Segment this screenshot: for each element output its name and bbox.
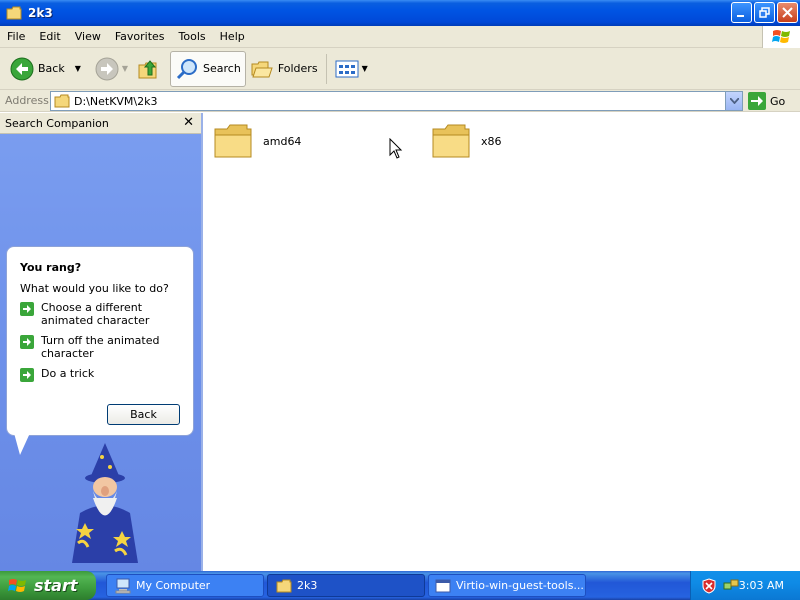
toolbar-separator bbox=[325, 53, 327, 84]
bubble-question: What would you like to do? bbox=[20, 282, 169, 295]
folder-icon bbox=[214, 124, 252, 158]
back-label: Back bbox=[38, 62, 65, 75]
search-button[interactable]: Search bbox=[170, 50, 246, 87]
up-folder-icon bbox=[138, 59, 157, 78]
side-pane-header: Search Companion ✕ bbox=[0, 113, 201, 134]
green-arrow-icon bbox=[20, 368, 34, 382]
windows-logo-icon bbox=[8, 578, 26, 592]
back-dropdown-icon[interactable]: ▼ bbox=[75, 64, 81, 73]
start-label: start bbox=[34, 576, 78, 595]
bubble-title: You rang? bbox=[20, 261, 82, 274]
menu-help[interactable]: Help bbox=[213, 30, 252, 43]
search-label: Search bbox=[203, 62, 241, 75]
mouse-cursor-icon bbox=[389, 138, 403, 159]
menu-bar: File Edit View Favorites Tools Help bbox=[0, 26, 800, 48]
search-companion-pane: Search Companion ✕ You rang? What would … bbox=[0, 113, 201, 571]
taskbar-item-my-computer[interactable]: My Computer bbox=[106, 574, 264, 597]
search-icon bbox=[176, 58, 198, 79]
task-label: Virtio-win-guest-tools... bbox=[456, 579, 584, 592]
menu-view[interactable]: View bbox=[68, 30, 108, 43]
side-pane-close-icon[interactable]: ✕ bbox=[183, 115, 194, 130]
close-icon bbox=[782, 7, 793, 18]
views-icon bbox=[335, 60, 359, 77]
forward-button[interactable]: ▼ bbox=[91, 51, 132, 87]
green-arrow-icon bbox=[20, 302, 34, 316]
clock: 3:03 AM bbox=[738, 579, 784, 592]
address-dropdown-button[interactable] bbox=[725, 92, 742, 110]
folder-icon bbox=[432, 124, 470, 158]
folder-icon bbox=[54, 94, 70, 108]
taskbar-item-virtio[interactable]: Virtio-win-guest-tools... bbox=[428, 574, 586, 597]
forward-arrow-icon bbox=[95, 57, 119, 80]
file-list-area[interactable]: amd64 x86 bbox=[201, 113, 800, 571]
menu-file[interactable]: File bbox=[0, 30, 32, 43]
security-shield-icon[interactable] bbox=[701, 577, 717, 594]
option-choose-character[interactable]: Choose a different animated character bbox=[20, 301, 188, 327]
option-turn-off-character[interactable]: Turn off the animated character bbox=[20, 334, 188, 360]
menu-edit[interactable]: Edit bbox=[32, 30, 67, 43]
side-pane-title: Search Companion bbox=[5, 116, 109, 130]
restore-icon bbox=[759, 7, 770, 18]
address-bar: Address D:\NetKVM\2k3 Go bbox=[0, 90, 800, 112]
window-icon bbox=[435, 579, 451, 592]
go-label: Go bbox=[770, 94, 786, 108]
maximize-button[interactable] bbox=[754, 2, 775, 23]
go-arrow-icon bbox=[748, 92, 766, 110]
system-tray: 3:03 AM bbox=[690, 571, 800, 600]
speech-bubble: You rang? What would you like to do? Cho… bbox=[6, 246, 194, 436]
menu-tools[interactable]: Tools bbox=[172, 30, 213, 43]
minimize-icon bbox=[737, 15, 744, 17]
task-label: My Computer bbox=[136, 579, 211, 592]
toolbar: Back ▼ ▼ Search Folders ▼ bbox=[0, 48, 800, 90]
up-folder-button[interactable] bbox=[132, 51, 164, 87]
task-label: 2k3 bbox=[297, 579, 318, 592]
go-button[interactable]: Go bbox=[748, 92, 785, 110]
folder-icon bbox=[276, 579, 292, 592]
start-button[interactable]: start bbox=[0, 571, 96, 600]
forward-dropdown-icon[interactable]: ▼ bbox=[122, 64, 128, 73]
title-bar[interactable]: 2k3 bbox=[0, 0, 800, 26]
folder-icon bbox=[6, 6, 22, 20]
window-title: 2k3 bbox=[28, 6, 53, 20]
taskbar: start My Computer 2k3 Virtio-win-guest-t… bbox=[0, 571, 800, 600]
merlin-wizard-icon[interactable] bbox=[60, 443, 150, 568]
windows-logo-icon bbox=[762, 26, 800, 48]
views-button[interactable]: ▼ bbox=[331, 51, 372, 87]
folder-name: amd64 bbox=[263, 134, 302, 148]
network-icon[interactable] bbox=[723, 578, 739, 594]
address-value: D:\NetKVM\2k3 bbox=[74, 94, 158, 108]
address-label: Address bbox=[5, 94, 49, 107]
views-dropdown-icon[interactable]: ▼ bbox=[362, 64, 368, 73]
back-button[interactable]: Back ▼ bbox=[6, 51, 85, 87]
speech-bubble-tail bbox=[14, 433, 30, 455]
close-button[interactable] bbox=[777, 2, 798, 23]
chevron-down-icon bbox=[729, 98, 739, 104]
minimize-button[interactable] bbox=[731, 2, 752, 23]
folders-button[interactable]: Folders bbox=[246, 51, 322, 87]
address-input[interactable]: D:\NetKVM\2k3 bbox=[50, 91, 743, 111]
folder-name: x86 bbox=[481, 134, 502, 148]
folder-item-amd64[interactable]: amd64 bbox=[213, 123, 301, 159]
green-arrow-icon bbox=[20, 335, 34, 349]
menu-favorites[interactable]: Favorites bbox=[108, 30, 172, 43]
back-arrow-icon bbox=[10, 57, 34, 80]
my-computer-icon bbox=[115, 578, 131, 593]
folders-label: Folders bbox=[277, 62, 318, 75]
option-label: Do a trick bbox=[41, 367, 95, 380]
folders-icon bbox=[251, 61, 273, 77]
option-do-a-trick[interactable]: Do a trick bbox=[20, 367, 188, 382]
taskbar-item-2k3[interactable]: 2k3 bbox=[267, 574, 425, 597]
option-label: Turn off the animated character bbox=[41, 334, 160, 360]
folder-item-x86[interactable]: x86 bbox=[431, 123, 502, 159]
option-label: Choose a different animated character bbox=[41, 301, 150, 327]
bubble-back-button[interactable]: Back bbox=[107, 404, 180, 425]
